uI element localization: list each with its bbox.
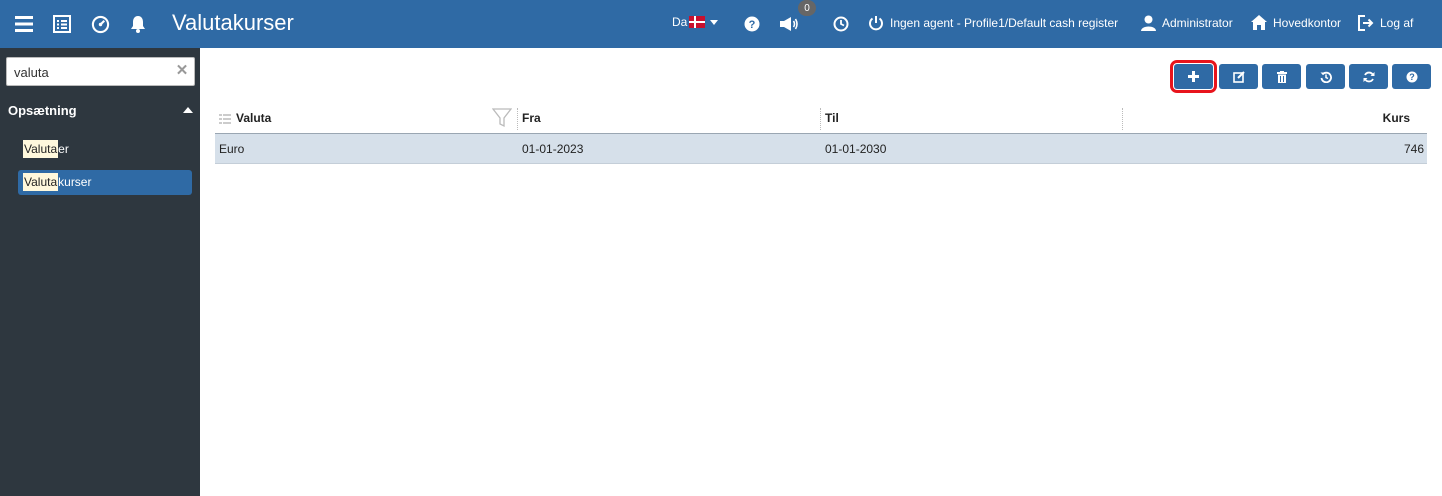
column-header-kurs[interactable]: Kurs bbox=[1383, 105, 1410, 134]
edit-button[interactable] bbox=[1219, 64, 1258, 89]
logout-label: Log af bbox=[1380, 16, 1414, 30]
cell-valuta: Euro bbox=[219, 142, 245, 156]
grid-header: Valuta Fra Til Kurs bbox=[215, 105, 1427, 134]
refresh-button[interactable] bbox=[1349, 64, 1388, 89]
caret-up-icon bbox=[183, 107, 193, 113]
sidebar-item-valutaer[interactable]: Valutaer bbox=[18, 137, 192, 162]
top-bar: Valutakurser Da ? 0 Ingen agent - Profil… bbox=[0, 0, 1442, 48]
main-content: ? Valuta Fra Til Kurs Euro 01-01-2023 01… bbox=[200, 48, 1442, 496]
chevron-down-icon bbox=[710, 19, 719, 25]
cell-kurs: 746 bbox=[1403, 142, 1424, 156]
sidebar-item-label: kurser bbox=[58, 175, 92, 189]
table-row[interactable]: Euro 01-01-2023 01-01-2030 746 bbox=[215, 134, 1427, 164]
notification-badge: 0 bbox=[798, 0, 816, 16]
help-button[interactable]: ? bbox=[1392, 64, 1431, 89]
office-menu[interactable]: Hovedkontor bbox=[1251, 15, 1341, 30]
clear-search-icon[interactable]: ✕ bbox=[175, 63, 189, 78]
column-menu-icon[interactable] bbox=[219, 114, 231, 124]
currency-rates-grid: Valuta Fra Til Kurs Euro 01-01-2023 01-0… bbox=[215, 105, 1427, 164]
sidebar-search: ✕ bbox=[6, 57, 195, 86]
home-icon bbox=[1251, 15, 1267, 30]
agent-label: Ingen agent - Profile1/Default cash regi… bbox=[890, 16, 1119, 30]
logout-button[interactable]: Log af bbox=[1358, 15, 1413, 31]
column-separator[interactable] bbox=[820, 108, 821, 130]
plus-icon bbox=[1188, 71, 1199, 82]
search-highlight: Valuta bbox=[23, 140, 59, 158]
help-circle-icon[interactable]: ? bbox=[740, 12, 764, 36]
language-label: Da bbox=[672, 15, 688, 29]
page-title: Valutakurser bbox=[172, 10, 294, 35]
svg-text:?: ? bbox=[749, 19, 756, 31]
column-separator[interactable] bbox=[517, 108, 518, 130]
delete-button[interactable] bbox=[1262, 64, 1301, 89]
filter-icon[interactable] bbox=[492, 108, 512, 128]
user-menu[interactable]: Administrator bbox=[1141, 15, 1233, 31]
history-icon bbox=[1320, 71, 1332, 83]
cell-til: 01-01-2030 bbox=[825, 142, 887, 156]
search-input[interactable] bbox=[14, 63, 174, 81]
menu-icon[interactable] bbox=[12, 12, 36, 36]
sidebar-item-valutakurser[interactable]: Valutakurser bbox=[18, 170, 192, 195]
power-icon bbox=[869, 16, 883, 31]
column-header-fra[interactable]: Fra bbox=[522, 105, 541, 134]
sidebar: ✕ Opsætning Valutaer Valutakurser bbox=[0, 48, 200, 496]
add-button[interactable] bbox=[1170, 60, 1217, 93]
danish-flag-icon bbox=[689, 16, 706, 28]
section-label: Opsætning bbox=[8, 103, 77, 118]
history-button[interactable] bbox=[1306, 64, 1345, 89]
svg-text:?: ? bbox=[1409, 72, 1415, 82]
clock-icon[interactable] bbox=[829, 12, 853, 36]
dashboard-icon[interactable] bbox=[88, 12, 112, 36]
section-opsaetning[interactable]: Opsætning bbox=[0, 98, 200, 124]
list-icon[interactable] bbox=[50, 12, 74, 36]
megaphone-icon[interactable] bbox=[777, 12, 801, 36]
user-icon bbox=[1141, 15, 1156, 31]
cell-fra: 01-01-2023 bbox=[522, 142, 584, 156]
agent-selector[interactable]: Ingen agent - Profile1/Default cash regi… bbox=[868, 15, 1118, 31]
language-selector[interactable]: Da bbox=[672, 15, 719, 29]
refresh-icon bbox=[1363, 71, 1374, 82]
search-highlight: Valuta bbox=[23, 173, 59, 191]
logout-icon bbox=[1358, 15, 1374, 31]
trash-icon bbox=[1276, 70, 1287, 83]
column-header-valuta[interactable]: Valuta bbox=[236, 105, 271, 134]
user-label: Administrator bbox=[1162, 16, 1233, 30]
question-icon: ? bbox=[1406, 71, 1417, 82]
sidebar-item-label: er bbox=[58, 142, 69, 156]
column-separator[interactable] bbox=[1122, 108, 1123, 130]
bell-icon[interactable] bbox=[126, 12, 150, 36]
edit-icon bbox=[1232, 70, 1245, 83]
office-label: Hovedkontor bbox=[1273, 15, 1342, 30]
column-header-til[interactable]: Til bbox=[825, 105, 839, 134]
